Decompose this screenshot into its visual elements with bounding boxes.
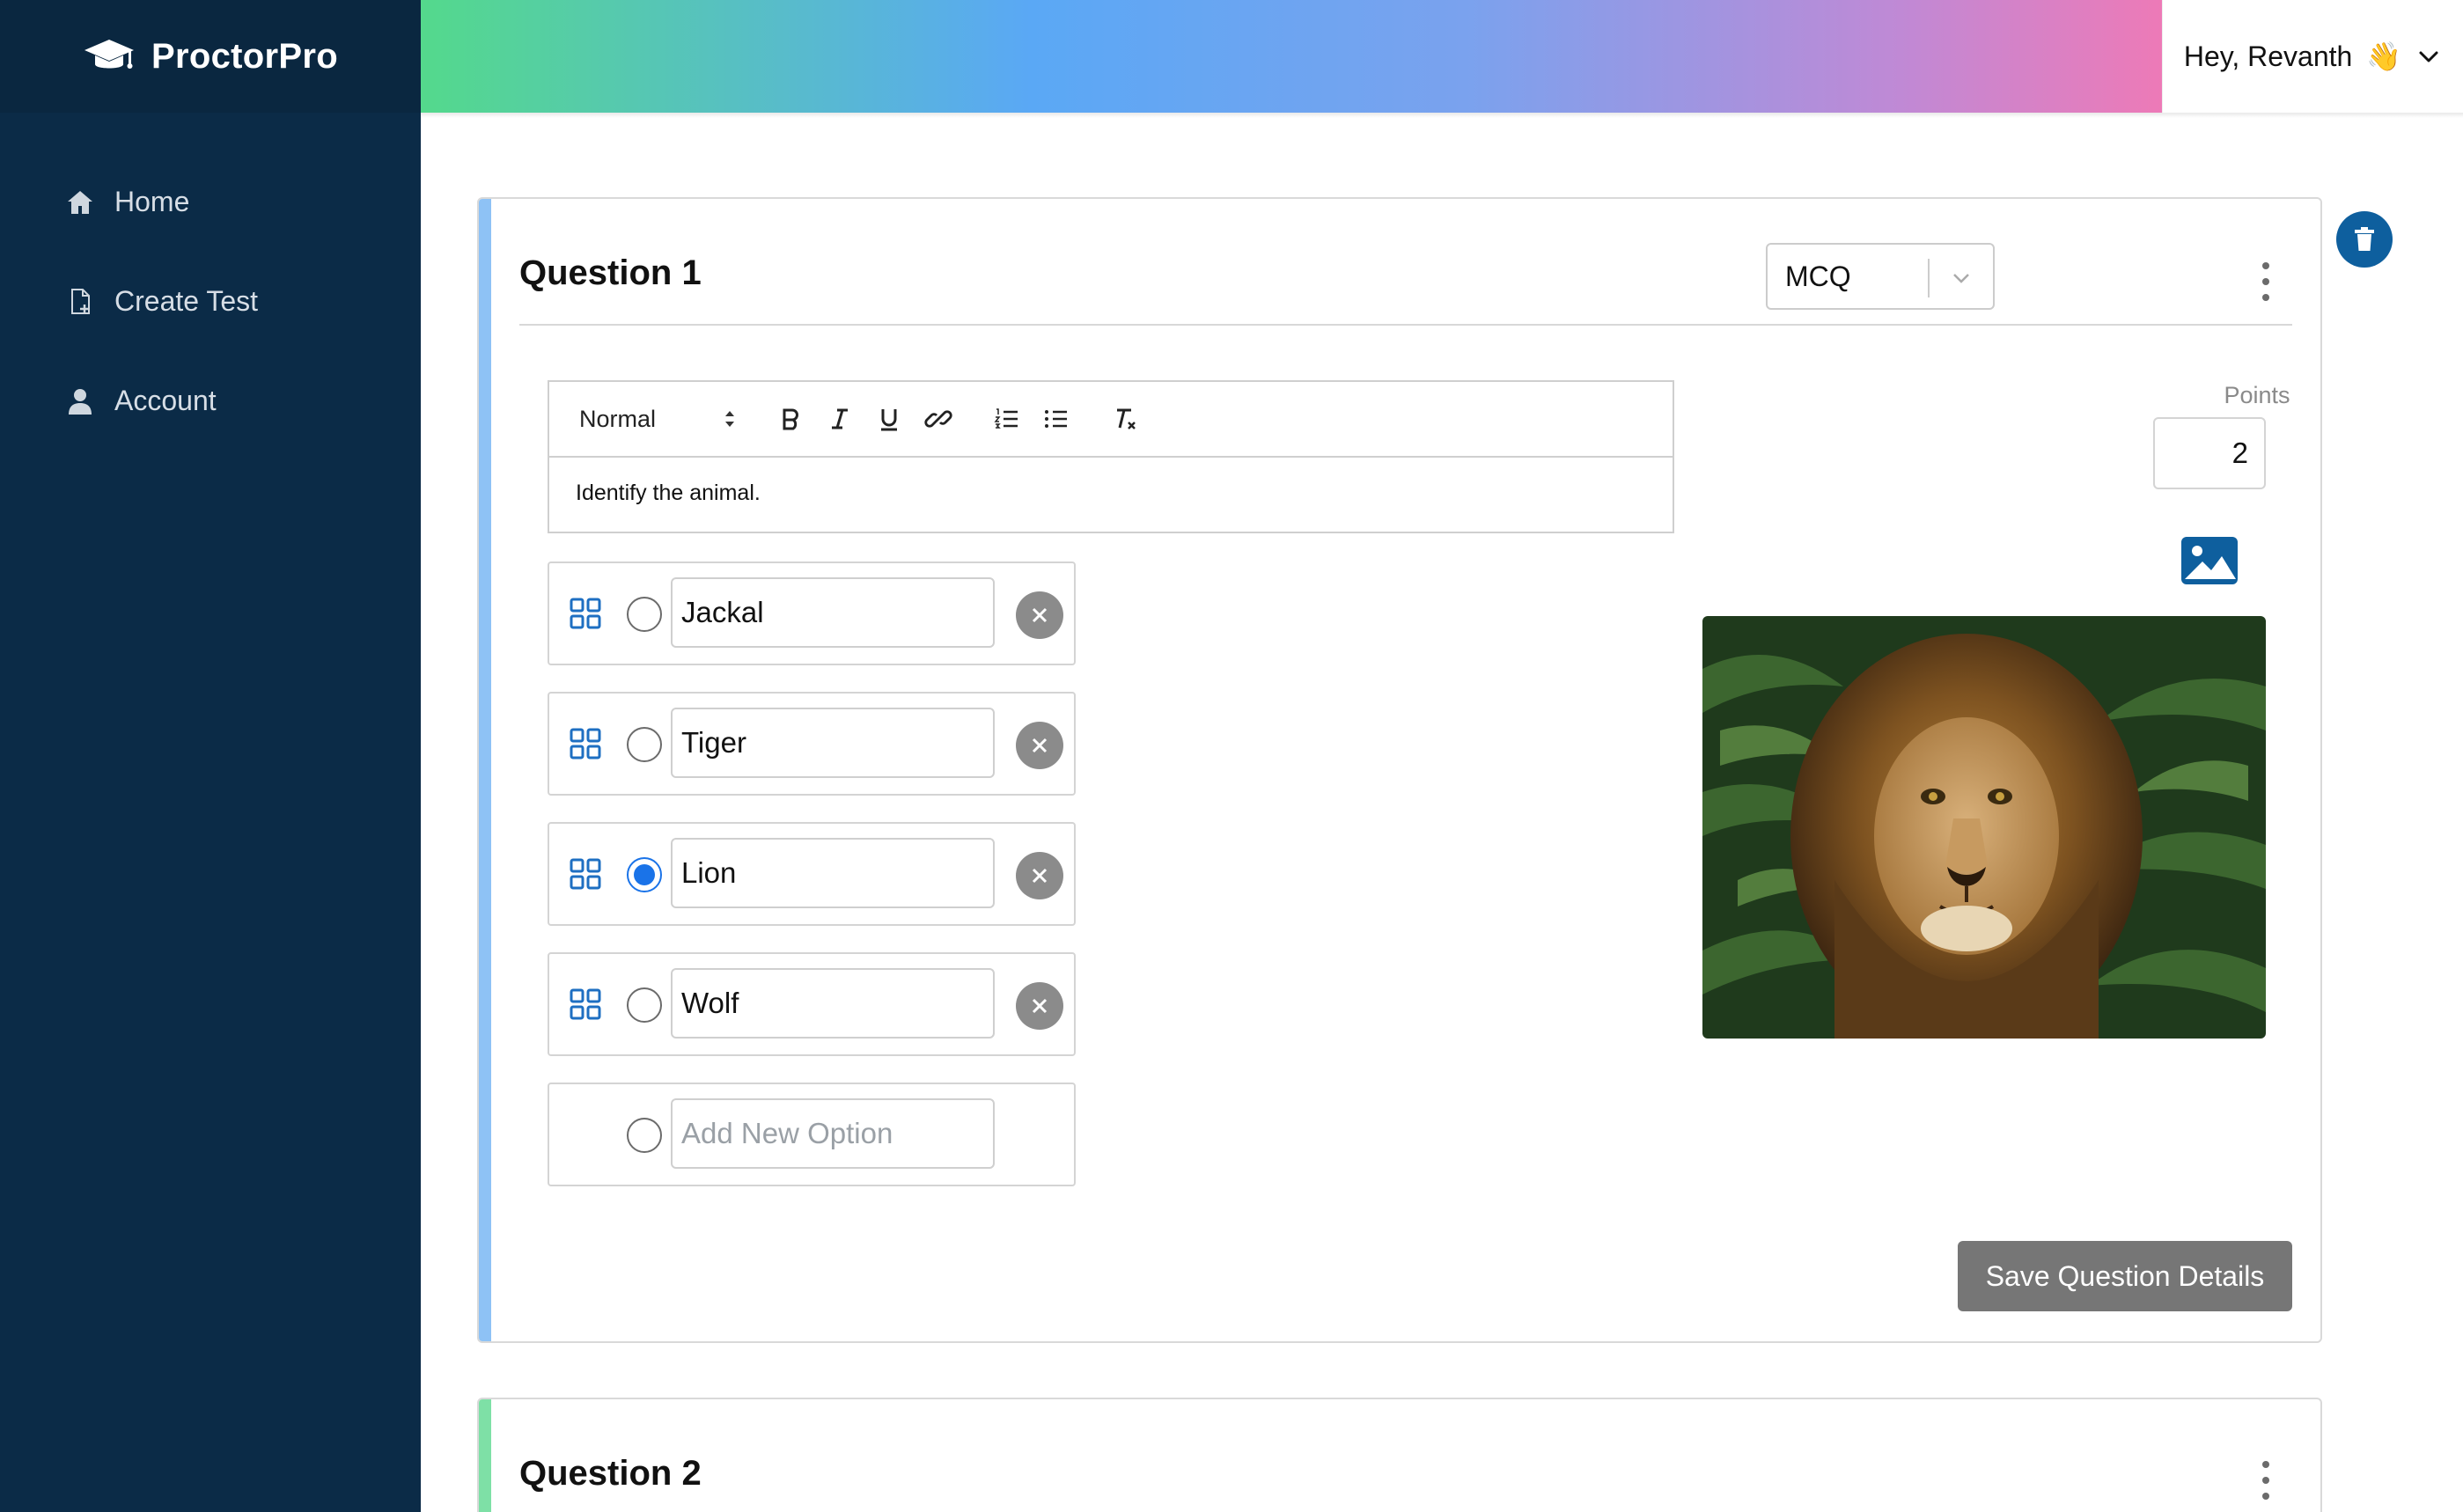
- italic-button[interactable]: [815, 401, 864, 437]
- select-separator: [1928, 259, 1930, 297]
- user-menu[interactable]: Hey, Revanth 👋: [2162, 0, 2463, 113]
- trash-icon: [2355, 227, 2374, 251]
- more-options-icon[interactable]: [2257, 1461, 2275, 1500]
- file-plus-icon: [71, 288, 90, 314]
- bullet-list-icon: [1045, 410, 1067, 428]
- option-radio[interactable]: [627, 597, 662, 632]
- question-card: Question 1 MCQ Normal Identify the anima…: [477, 197, 2322, 1343]
- question-accent-bar: [479, 199, 491, 1341]
- question-accent-bar: [479, 1399, 491, 1512]
- new-option-row: Add New Option: [548, 1083, 1076, 1186]
- sidebar: ProctorPro Home Create Test Account: [0, 0, 421, 1512]
- brand[interactable]: ProctorPro: [0, 0, 421, 113]
- sidebar-item-home[interactable]: Home: [0, 152, 421, 252]
- chevron-down-icon: [2419, 51, 2438, 62]
- sidebar-item-label: Account: [114, 385, 217, 416]
- close-icon: [1032, 868, 1048, 884]
- sort-arrows-icon: [725, 411, 734, 427]
- clear-format-icon: [1117, 408, 1136, 429]
- option-radio[interactable]: [627, 857, 662, 892]
- option-radio[interactable]: [627, 727, 662, 762]
- home-icon: [68, 190, 92, 214]
- drag-handle-icon[interactable]: [569, 987, 602, 1021]
- more-options-icon[interactable]: [2257, 262, 2275, 301]
- chevron-down-icon: [1953, 274, 1969, 283]
- lion-photo: [1702, 616, 2266, 1039]
- sidebar-item-label: Create Test: [114, 285, 259, 317]
- sidebar-item-account[interactable]: Account: [0, 351, 421, 451]
- question-editor: Normal Identify the animal.: [548, 380, 1674, 533]
- close-icon: [1032, 998, 1048, 1014]
- drag-handle-icon[interactable]: [569, 597, 602, 630]
- italic-icon: [832, 408, 848, 429]
- bullet-list-button[interactable]: [1032, 401, 1081, 437]
- format-select[interactable]: Normal: [579, 406, 738, 433]
- option-row: Tiger: [548, 692, 1076, 796]
- underline-icon: [881, 409, 897, 431]
- remove-option-button[interactable]: [1016, 591, 1063, 639]
- drag-handle-icon[interactable]: [569, 857, 602, 891]
- option-input[interactable]: Tiger: [671, 708, 995, 778]
- header-gradient: [421, 0, 2162, 113]
- new-option-input[interactable]: Add New Option: [671, 1098, 995, 1169]
- remove-option-button[interactable]: [1016, 722, 1063, 769]
- user-greeting: Hey, Revanth: [2183, 40, 2353, 72]
- header-shadow: [421, 113, 2463, 118]
- bold-button[interactable]: [766, 401, 815, 437]
- link-icon: [924, 410, 952, 428]
- option-input[interactable]: Wolf: [671, 968, 995, 1039]
- graduation-cap-icon: [85, 40, 135, 69]
- close-icon: [1032, 738, 1048, 753]
- question-title: Question 1: [519, 253, 702, 292]
- wave-emoji: 👋: [2366, 40, 2402, 72]
- question-card: Question 2: [477, 1398, 2322, 1512]
- points-label: Points: [2224, 382, 2290, 408]
- drag-handle-icon[interactable]: [569, 727, 602, 760]
- sidebar-item-create-test[interactable]: Create Test: [0, 252, 421, 351]
- editor-content[interactable]: Identify the animal.: [549, 458, 1673, 529]
- format-select-value: Normal: [579, 405, 657, 432]
- header-divider: [519, 324, 2292, 326]
- brand-name: ProctorPro: [151, 36, 338, 76]
- remove-option-button[interactable]: [1016, 852, 1063, 899]
- question-title: Question 2: [519, 1454, 702, 1493]
- points-input[interactable]: 2: [2153, 417, 2266, 489]
- image-upload-icon[interactable]: [2180, 535, 2239, 586]
- option-row: Lion: [548, 822, 1076, 926]
- editor-toolbar: Normal: [549, 382, 1673, 458]
- close-icon: [1032, 607, 1048, 623]
- option-input[interactable]: Lion: [671, 838, 995, 908]
- save-question-button[interactable]: Save Question Details: [1958, 1241, 2292, 1311]
- option-row: Wolf: [548, 952, 1076, 1056]
- sidebar-nav: Home Create Test Account: [0, 152, 421, 451]
- delete-question-button[interactable]: [2336, 211, 2393, 268]
- question-image: [1702, 616, 2266, 1039]
- underline-button[interactable]: [864, 401, 914, 437]
- question-type-select[interactable]: MCQ: [1766, 243, 1995, 310]
- user-icon: [69, 388, 92, 415]
- ordered-list-icon: [994, 408, 1018, 429]
- ordered-list-button[interactable]: [982, 401, 1032, 437]
- question-type-value: MCQ: [1785, 260, 1851, 292]
- remove-option-button[interactable]: [1016, 982, 1063, 1030]
- clear-format-button[interactable]: [1100, 401, 1150, 437]
- sidebar-item-label: Home: [114, 186, 190, 217]
- bold-icon: [783, 408, 798, 430]
- option-radio[interactable]: [627, 1118, 662, 1153]
- link-button[interactable]: [914, 401, 963, 437]
- option-row: Jackal: [548, 561, 1076, 665]
- option-input[interactable]: Jackal: [671, 577, 995, 648]
- option-radio[interactable]: [627, 987, 662, 1023]
